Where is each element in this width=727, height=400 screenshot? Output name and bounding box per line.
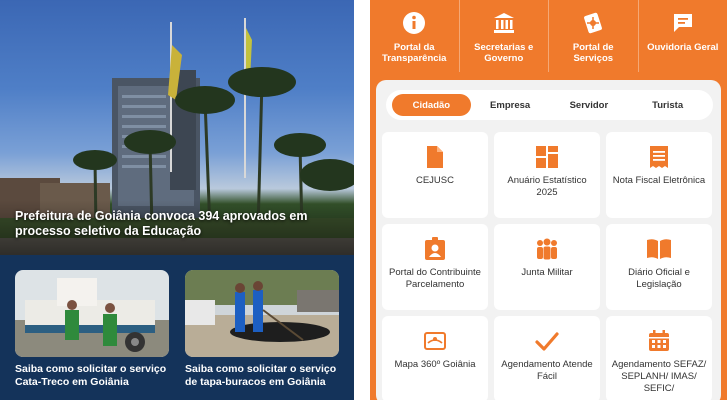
tab-turista[interactable]: Turista [628,94,707,116]
service-label: Diário Oficial e Legislação [628,267,690,290]
news-caption[interactable]: Saiba como solicitar o serviço Cata-Trec… [15,363,175,389]
services-content: Cidadão Empresa Servidor Turista CEJUSC … [376,80,721,400]
service-label: Nota Fiscal Eletrônica [612,175,706,186]
nav-ouvidoria-geral[interactable]: Ouvidoria Geral [639,0,727,72]
featured-news[interactable]: Prefeitura de Goiânia convoca 394 aprova… [0,0,354,255]
service-card-anuario[interactable]: Anuário Estatístico 2025 [494,132,600,218]
services-icon [580,10,606,36]
audience-tabs: Cidadão Empresa Servidor Turista [386,90,713,120]
news-caption[interactable]: Saiba como solicitar o serviço de tapa-b… [185,363,345,389]
service-card-agendamento-sefaz[interactable]: Agendamento SEFAZ/ SEPLANH/ IMAS/ SEFIC/ [606,316,712,400]
receipt-icon [646,144,672,170]
service-label: Anuário Estatístico 2025 [507,175,587,198]
featured-news-headline[interactable]: Prefeitura de Goiânia convoca 394 aprova… [15,209,335,239]
service-card-cejusc[interactable]: CEJUSC [382,132,488,218]
user-badge-icon [422,236,448,262]
service-card-junta-militar[interactable]: Junta Militar [494,224,600,310]
document-icon [422,144,448,170]
service-card-nota-fiscal[interactable]: Nota Fiscal Eletrônica [606,132,712,218]
info-icon [401,10,427,36]
nav-secretarias-governo[interactable]: Secretarias e Governo [460,0,549,72]
calendar-icon [646,328,672,354]
service-card-diario-oficial[interactable]: Diário Oficial e Legislação [606,224,712,310]
nav-label: Secretarias e Governo [474,42,534,64]
news-section: Prefeitura de Goiânia convoca 394 aprova… [0,0,354,400]
services-panel: Portal da Transparência Secretarias e Go… [370,0,727,400]
nav-label: Ouvidoria Geral [647,42,719,53]
grid-icon [534,144,560,170]
top-navigation: Portal da Transparência Secretarias e Go… [370,0,727,72]
service-label: CEJUSC [415,175,454,186]
news-thumbnail-cata-treco[interactable] [15,270,169,357]
service-card-portal-contribuinte[interactable]: Portal do Contribuinte Parcelamento [382,224,488,310]
government-building-icon [491,10,517,36]
news-image [185,270,339,357]
chat-icon [670,10,696,36]
group-icon [534,236,560,262]
nav-label: Portal de Serviços [572,42,614,64]
nav-label: Portal da Transparência [382,42,447,64]
service-label: Portal do Contribuinte Parcelamento [389,267,481,290]
service-label: Mapa 360º Goiânia [394,359,476,370]
checkmark-icon [534,328,560,354]
nav-portal-transparencia[interactable]: Portal da Transparência [370,0,460,72]
news-image [15,270,169,357]
map-360-icon [422,328,448,354]
tab-cidadao[interactable]: Cidadão [392,94,471,116]
tab-empresa[interactable]: Empresa [471,94,550,116]
service-card-atende-facil[interactable]: Agendamento Atende Fácil [494,316,600,400]
book-icon [646,236,672,262]
service-card-mapa-360[interactable]: Mapa 360º Goiânia [382,316,488,400]
news-thumbnail-tapa-buracos[interactable] [185,270,339,357]
service-label: Junta Militar [521,267,573,278]
nav-portal-servicos[interactable]: Portal de Serviços [549,0,639,72]
service-grid: CEJUSC Anuário Estatístico 2025 Nota Fis… [382,132,718,400]
tab-servidor[interactable]: Servidor [550,94,629,116]
service-label: Agendamento SEFAZ/ SEPLANH/ IMAS/ SEFIC/ [611,359,707,394]
service-label: Agendamento Atende Fácil [501,359,593,382]
